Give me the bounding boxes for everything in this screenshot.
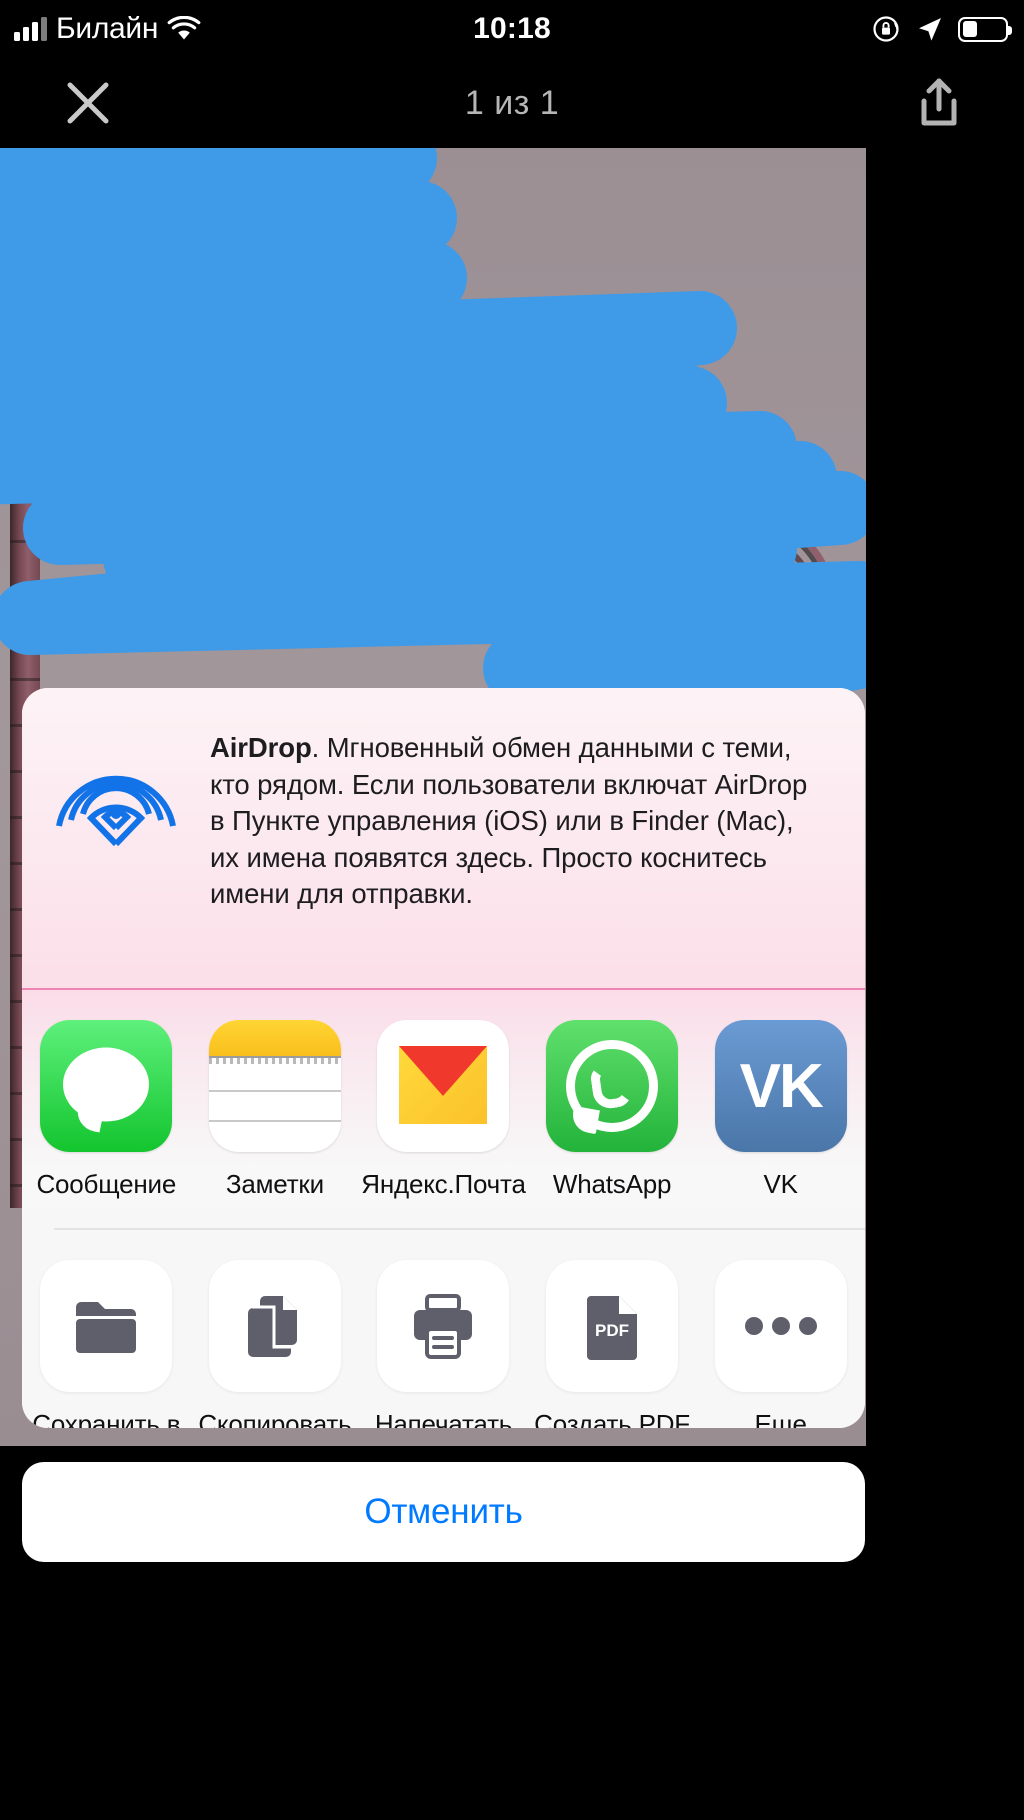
- airdrop-divider: [22, 988, 865, 990]
- status-bar-center: 10:18: [0, 0, 1024, 58]
- messages-app-icon: [40, 1020, 173, 1152]
- share-target-label: Заметки: [225, 1169, 324, 1199]
- action-copy[interactable]: Скопировать: [191, 1259, 360, 1428]
- action-create-pdf[interactable]: PDF Создать PDF: [528, 1259, 697, 1428]
- rotation-lock-icon: [872, 14, 902, 44]
- actions-row: Сохранить в «Файлы» Скопировать: [22, 1229, 865, 1428]
- airdrop-section[interactable]: AirDrop. Мгновенный обмен данными с теми…: [22, 688, 865, 988]
- copy-icon: [208, 1259, 341, 1392]
- printer-icon: [377, 1259, 510, 1392]
- share-target-label: VK: [763, 1169, 798, 1199]
- location-arrow-icon: [916, 15, 944, 43]
- action-label: Напечатать: [374, 1408, 513, 1428]
- share-target-whatsapp[interactable]: WhatsApp: [528, 1020, 697, 1200]
- vk-glyph: VK: [739, 1051, 824, 1121]
- status-bar: Билайн 10:18: [0, 0, 1024, 58]
- action-more[interactable]: Еще: [696, 1259, 865, 1428]
- share-target-label: Сообщение: [36, 1169, 177, 1199]
- share-target-vk[interactable]: VK VK: [696, 1020, 865, 1200]
- airdrop-description: AirDrop. Мгновенный обмен данными с теми…: [210, 688, 865, 913]
- status-bar-right: [872, 0, 1012, 58]
- airdrop-title: AirDrop: [210, 732, 312, 763]
- share-target-notes[interactable]: Заметки: [191, 1020, 360, 1200]
- folder-icon: [40, 1259, 173, 1392]
- share-export-icon[interactable]: [916, 77, 962, 129]
- nav-bar: 1 из 1: [0, 58, 1024, 148]
- share-target-label: WhatsApp: [552, 1169, 672, 1199]
- nav-title-label: 1 из 1: [464, 83, 560, 122]
- iphone-screen: Билайн 10:18 1 из 1 Рецепт то сразу же п…: [0, 0, 1024, 1820]
- whatsapp-app-icon: [546, 1020, 679, 1152]
- action-label: Еще: [754, 1408, 808, 1428]
- cancel-button[interactable]: Отменить: [22, 1462, 865, 1562]
- battery-fill: [962, 21, 978, 37]
- action-print[interactable]: Напечатать: [359, 1259, 528, 1428]
- cancel-label: Отменить: [364, 1492, 523, 1531]
- svg-text:PDF: PDF: [595, 1321, 629, 1340]
- vk-app-icon: VK: [714, 1020, 847, 1152]
- clock-label: 10:18: [473, 12, 551, 45]
- action-save-to-files[interactable]: Сохранить в «Файлы»: [22, 1259, 191, 1428]
- pdf-icon: PDF: [546, 1259, 679, 1392]
- app-targets-row: Сообщение Заметки Яндекс.Почта WhatsApp …: [22, 990, 865, 1228]
- share-target-yandex-mail[interactable]: Яндекс.Почта: [359, 1020, 528, 1200]
- share-sheet: AirDrop. Мгновенный обмен данными с теми…: [22, 688, 865, 1428]
- action-label: Скопировать: [198, 1408, 352, 1428]
- battery-icon: [958, 16, 1012, 42]
- share-target-label: Яндекс.Почта: [361, 1169, 526, 1199]
- airdrop-icon[interactable]: [22, 688, 210, 860]
- notes-app-icon: [208, 1020, 341, 1152]
- page-title: 1 из 1: [0, 58, 1024, 148]
- share-target-messages[interactable]: Сообщение: [22, 1020, 191, 1200]
- action-label: Создать PDF: [534, 1408, 690, 1428]
- yandex-mail-app-icon: [377, 1020, 510, 1152]
- ellipsis-icon: [714, 1259, 847, 1392]
- action-label: Сохранить в «Файлы»: [32, 1408, 181, 1428]
